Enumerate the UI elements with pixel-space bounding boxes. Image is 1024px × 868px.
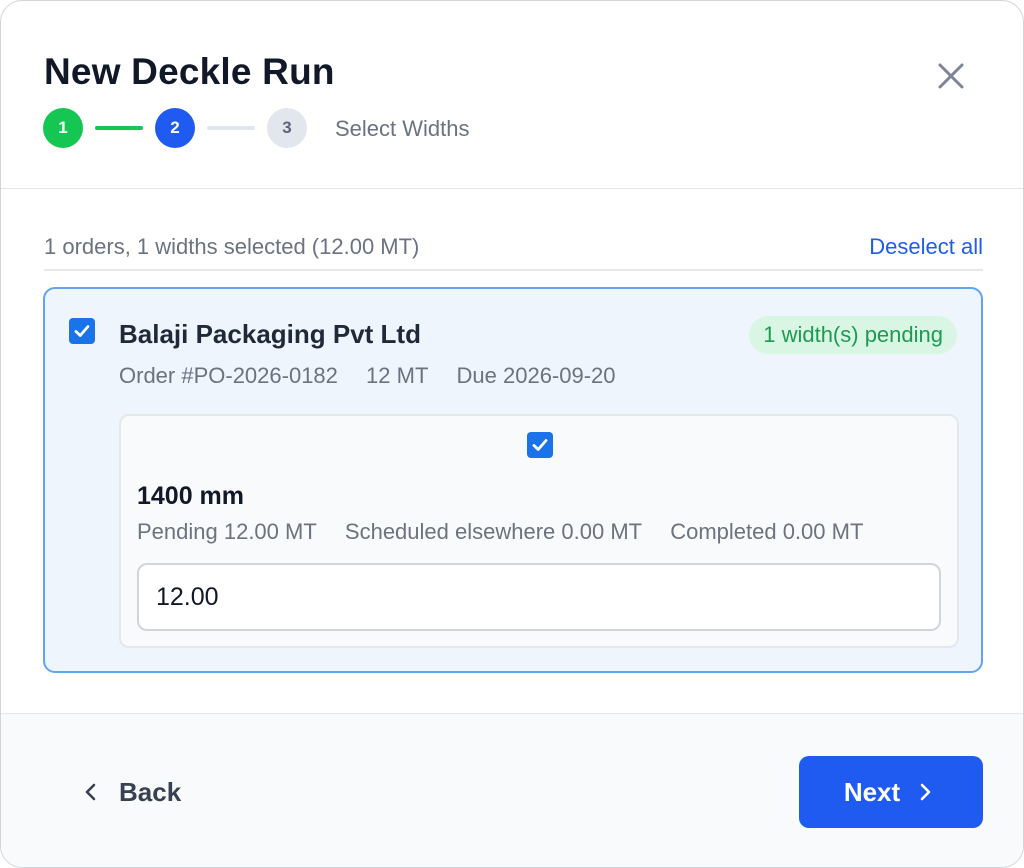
selection-summary: 1 orders, 1 widths selected (12.00 MT) — [44, 234, 420, 259]
selection-summary-bar: 1 orders, 1 widths selected (12.00 MT) D… — [44, 233, 983, 271]
customer-name: Balaji Packaging Pvt Ltd — [119, 319, 421, 349]
order-number: Order #PO-2026-0182 — [119, 363, 338, 388]
step-1-indicator: 1 — [43, 108, 83, 148]
stepper: 1 2 3 Select Widths — [43, 108, 643, 148]
back-button-label: Back — [119, 776, 182, 807]
order-due-date: Due 2026-09-20 — [456, 363, 616, 388]
width-card: 1400 mm Pending 12.00 MT Scheduled elsew… — [119, 414, 959, 648]
order-quantity: 12 MT — [366, 363, 429, 388]
dialog-header: New Deckle Run 1 2 3 Select Widths — [1, 1, 1023, 189]
close-button[interactable] — [931, 56, 971, 96]
scheduled-elsewhere-quantity: Scheduled elsewhere 0.00 MT — [344, 519, 643, 544]
pending-widths-badge: 1 width(s) pending — [749, 316, 957, 354]
order-card: Balaji Packaging Pvt Ltd 1 width(s) pend… — [43, 287, 983, 673]
dialog-footer: Back Next — [1, 713, 1023, 867]
step-3-indicator: 3 — [267, 108, 307, 148]
checkmark-icon — [74, 325, 90, 337]
width-size: 1400 mm — [137, 482, 245, 510]
step-2-indicator: 2 — [155, 108, 195, 148]
new-deckle-run-dialog: New Deckle Run 1 2 3 Select Widths 1 ord… — [0, 0, 1024, 868]
chevron-right-icon — [920, 783, 931, 801]
chevron-left-icon — [85, 783, 96, 801]
next-button[interactable]: Next — [799, 756, 983, 828]
back-button[interactable]: Back — [77, 772, 181, 812]
checkmark-icon — [532, 439, 548, 451]
pending-quantity: Pending 12.00 MT — [137, 519, 317, 544]
next-button-label: Next — [843, 776, 901, 807]
order-checkbox[interactable] — [69, 318, 95, 344]
dialog-title: New Deckle Run — [44, 51, 335, 92]
close-icon — [938, 63, 964, 89]
quantity-input[interactable] — [137, 563, 941, 631]
step-connector-1 — [95, 126, 143, 130]
width-stats: Pending 12.00 MT Scheduled elsewhere 0.0… — [137, 519, 885, 545]
deselect-all-link[interactable]: Deselect all — [869, 234, 983, 260]
current-step-label: Select Widths — [335, 116, 470, 141]
order-meta: Order #PO-2026-0182 12 MT Due 2026-09-20 — [119, 363, 638, 389]
width-checkbox[interactable] — [527, 432, 553, 458]
step-connector-2 — [207, 126, 255, 130]
completed-quantity: Completed 0.00 MT — [670, 519, 864, 544]
